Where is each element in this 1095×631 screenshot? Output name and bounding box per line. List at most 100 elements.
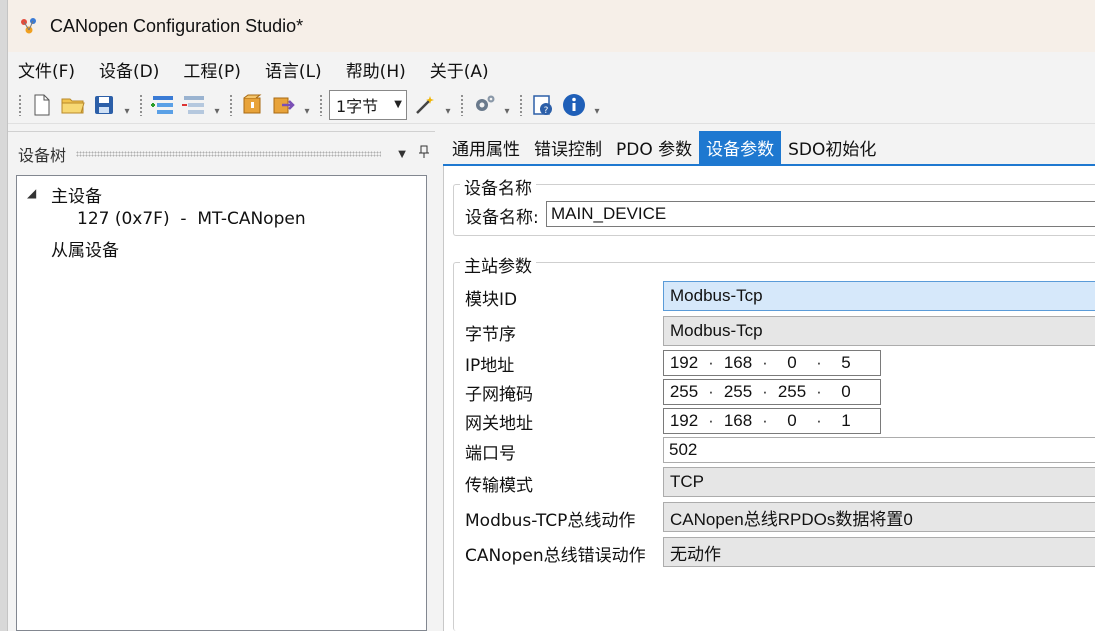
new-file-icon[interactable] bbox=[28, 91, 56, 119]
port-label: 端口号 bbox=[465, 444, 516, 464]
ip-octet[interactable]: 192 bbox=[664, 353, 704, 373]
menu-project[interactable]: 工程(P) bbox=[183, 57, 241, 82]
menu-bar: 文件(F) 设备(D) 工程(P) 语言(L) 帮助(H) 关于(A) bbox=[8, 52, 1095, 86]
byte-order-label: 字节序 bbox=[465, 325, 516, 345]
device-name-label: 设备名称: bbox=[465, 208, 539, 228]
device-tree-panel: 设备树 ▼ ◢ 主设备 127 (0x7F) - MT-CANopen 从属设备 bbox=[8, 131, 435, 631]
subnet-mask-input[interactable]: 255 · 255 · 255 · 0 bbox=[663, 379, 881, 405]
open-folder-icon[interactable] bbox=[59, 91, 87, 119]
toolbar-grip[interactable] bbox=[139, 93, 143, 116]
ip-octet[interactable]: 255 bbox=[664, 382, 704, 402]
ip-address-input[interactable]: 192 · 168 · 0 · 5 bbox=[663, 350, 881, 376]
byte-size-select[interactable]: 1字节 ▼ bbox=[329, 89, 407, 120]
toolbar-grip[interactable] bbox=[460, 93, 464, 116]
device-tree: ◢ 主设备 127 (0x7F) - MT-CANopen 从属设备 bbox=[16, 175, 427, 631]
chevron-down-icon[interactable]: ▾ bbox=[591, 93, 603, 117]
tree-item-master[interactable]: 主设备 bbox=[51, 182, 102, 207]
ip-octet[interactable]: 255 bbox=[718, 382, 758, 402]
ip-octet[interactable]: 5 bbox=[826, 353, 866, 373]
ip-dot: · bbox=[762, 353, 768, 372]
ip-octet[interactable]: 168 bbox=[718, 353, 758, 373]
ip-dot: · bbox=[762, 382, 768, 401]
canopen-error-action-label: CANopen总线错误动作 bbox=[465, 546, 646, 566]
chevron-down-icon[interactable]: ▾ bbox=[211, 93, 223, 117]
svg-text:?: ? bbox=[544, 106, 549, 116]
tab-sdo-init[interactable]: SDO初始化 bbox=[781, 131, 883, 164]
ip-dot: · bbox=[816, 382, 822, 401]
menu-help[interactable]: 帮助(H) bbox=[346, 57, 406, 82]
ip-octet[interactable]: 168 bbox=[718, 411, 758, 431]
transport-mode-select[interactable]: TCP bbox=[663, 467, 1095, 497]
tree-collapse-icon[interactable]: ◢ bbox=[27, 186, 36, 200]
ip-dot: · bbox=[708, 411, 714, 430]
tab-error-control[interactable]: 错误控制 bbox=[527, 131, 609, 164]
chevron-down-icon[interactable]: ▾ bbox=[121, 93, 133, 117]
ip-octet[interactable]: 255 bbox=[772, 382, 812, 402]
ip-dot: · bbox=[708, 382, 714, 401]
device-name-input[interactable]: MAIN_DEVICE bbox=[546, 201, 1095, 227]
ip-dot: · bbox=[762, 411, 768, 430]
toolbar-grip[interactable] bbox=[18, 93, 22, 116]
device-tree-header: 设备树 ▼ bbox=[8, 131, 435, 175]
menu-language[interactable]: 语言(L) bbox=[265, 57, 322, 82]
settings-gear-icon[interactable] bbox=[470, 91, 498, 119]
module-id-label: 模块ID bbox=[465, 290, 518, 310]
desktop-edge bbox=[0, 0, 8, 631]
info-icon[interactable] bbox=[560, 91, 588, 119]
canopen-error-action-select[interactable]: 无动作 bbox=[663, 537, 1095, 567]
ip-dot: · bbox=[708, 353, 714, 372]
import-icon[interactable] bbox=[239, 91, 267, 119]
ip-octet[interactable]: 0 bbox=[826, 382, 866, 402]
gateway-input[interactable]: 192 · 168 · 0 · 1 bbox=[663, 408, 881, 434]
ip-octet[interactable]: 1 bbox=[826, 411, 866, 431]
modbus-bus-action-label: Modbus-TCP总线动作 bbox=[465, 511, 636, 531]
ip-dot: · bbox=[816, 353, 822, 372]
toolbar-grip[interactable] bbox=[319, 93, 323, 116]
ip-address-label: IP地址 bbox=[465, 356, 515, 376]
ip-octet[interactable]: 192 bbox=[664, 411, 704, 431]
byte-size-value: 1字节 bbox=[336, 96, 379, 116]
tab-device-params[interactable]: 设备参数 bbox=[699, 131, 782, 164]
chevron-down-icon[interactable]: ▾ bbox=[501, 93, 513, 117]
modbus-bus-action-select[interactable]: CANopen总线RPDOs数据将置0 bbox=[663, 502, 1095, 532]
menu-file[interactable]: 文件(F) bbox=[18, 57, 75, 82]
ip-octet[interactable]: 0 bbox=[772, 353, 812, 373]
device-params-content: 设备名称 设备名称: MAIN_DEVICE 主站参数 模块ID Modbus-… bbox=[443, 166, 1095, 631]
subnet-mask-label: 子网掩码 bbox=[465, 385, 533, 405]
toolbar: ▾ ▾ ▾ 1字节 ▼ ▾ ▾ ? ▾ bbox=[8, 86, 1095, 124]
chevron-down-icon[interactable]: ▼ bbox=[391, 146, 413, 161]
tab-pdo[interactable]: PDO 参数 bbox=[609, 131, 699, 164]
magic-wand-icon[interactable] bbox=[411, 91, 439, 119]
properties-panel: 通用属性 错误控制 PDO 参数 设备参数 SDO初始化 设备名称 设备名称: … bbox=[443, 131, 1095, 631]
ip-octet[interactable]: 0 bbox=[772, 411, 812, 431]
save-icon[interactable] bbox=[90, 91, 118, 119]
panel-drag-grip[interactable] bbox=[76, 150, 381, 157]
add-node-icon[interactable] bbox=[149, 91, 177, 119]
master-params-group-title: 主站参数 bbox=[460, 252, 536, 277]
module-id-select[interactable]: Modbus-Tcp bbox=[663, 281, 1095, 311]
menu-about[interactable]: 关于(A) bbox=[430, 57, 489, 82]
toolbar-grip[interactable] bbox=[229, 93, 233, 116]
chevron-down-icon[interactable]: ▾ bbox=[301, 93, 313, 117]
gateway-label: 网关地址 bbox=[465, 414, 533, 434]
menu-device[interactable]: 设备(D) bbox=[99, 57, 159, 82]
chevron-down-icon[interactable]: ▾ bbox=[442, 93, 454, 117]
chevron-down-icon: ▼ bbox=[394, 99, 402, 110]
tab-general[interactable]: 通用属性 bbox=[445, 131, 527, 164]
device-tree-title: 设备树 bbox=[18, 145, 67, 165]
toolbar-grip[interactable] bbox=[519, 93, 523, 116]
device-name-group-title: 设备名称 bbox=[460, 174, 536, 199]
help-document-icon[interactable]: ? bbox=[529, 91, 557, 119]
export-icon[interactable] bbox=[270, 91, 298, 119]
pin-icon[interactable] bbox=[413, 145, 435, 162]
remove-node-icon[interactable] bbox=[180, 91, 208, 119]
ip-dot: · bbox=[816, 411, 822, 430]
tree-item-slave[interactable]: 从属设备 bbox=[51, 236, 119, 261]
transport-mode-label: 传输模式 bbox=[465, 476, 533, 496]
window-title: CANopen Configuration Studio* bbox=[50, 15, 304, 36]
byte-order-select[interactable]: Modbus-Tcp bbox=[663, 316, 1095, 346]
title-bar: CANopen Configuration Studio* bbox=[8, 0, 1095, 52]
tree-item-master-device[interactable]: 127 (0x7F) - MT-CANopen bbox=[77, 209, 306, 229]
port-input[interactable]: 502 bbox=[663, 437, 1095, 463]
app-logo-icon bbox=[18, 15, 40, 37]
